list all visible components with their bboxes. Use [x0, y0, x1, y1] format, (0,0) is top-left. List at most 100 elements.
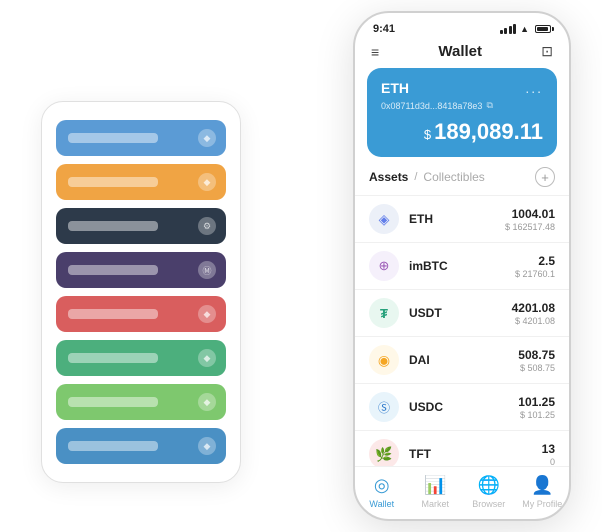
asset-values-imbtc: 2.5 $ 21760.1	[515, 254, 555, 279]
battery-fill	[537, 27, 548, 31]
card-label	[68, 441, 158, 451]
usdc-icon: Ⓢ	[369, 392, 399, 422]
asset-name-usdc: USDC	[409, 400, 518, 414]
status-bar: 9:41 ▲	[355, 13, 569, 39]
asset-amount-imbtc: 2.5	[515, 254, 555, 268]
asset-amount-usdt: 4201.08	[512, 301, 555, 315]
table-row[interactable]: ₮ USDT 4201.08 $ 4201.08	[355, 289, 569, 336]
eth-card-top: ETH ...	[381, 80, 543, 96]
add-asset-button[interactable]: +	[535, 167, 555, 187]
page-title: Wallet	[438, 43, 482, 60]
asset-usd-usdc: $ 101.25	[518, 410, 555, 420]
status-right: ▲	[500, 24, 551, 34]
phone: 9:41 ▲ ≡ Wallet ⊡ ETH	[353, 11, 571, 521]
market-nav-label: Market	[421, 499, 449, 509]
list-item[interactable]: ⚙	[56, 208, 226, 244]
dai-icon: ◉	[369, 345, 399, 375]
scan-icon[interactable]: ⊡	[541, 43, 553, 60]
asset-name-imbtc: imBTC	[409, 259, 515, 273]
eth-icon: ◈	[369, 204, 399, 234]
scene: ◆ ◆ ⚙ Ⓜ ◆ ◆ ◆ ◆	[11, 11, 591, 521]
table-row[interactable]: ⊕ imBTC 2.5 $ 21760.1	[355, 242, 569, 289]
asset-amount-tft: 13	[542, 442, 555, 456]
tft-icon: 🌿	[369, 439, 399, 466]
card-label	[68, 177, 158, 187]
asset-usd-dai: $ 508.75	[518, 363, 555, 373]
table-row[interactable]: ◉ DAI 508.75 $ 508.75	[355, 336, 569, 383]
eth-card-title: ETH	[381, 80, 409, 96]
battery-icon	[535, 25, 551, 33]
table-row[interactable]: Ⓢ USDC 101.25 $ 101.25	[355, 383, 569, 430]
card-label	[68, 265, 158, 275]
card-label	[68, 221, 158, 231]
assets-section: Assets / Collectibles + ◈ ETH 1004.01 $ …	[355, 167, 569, 466]
profile-nav-icon: 👤	[531, 475, 553, 496]
assets-header: Assets / Collectibles +	[355, 167, 569, 195]
nav-item-market[interactable]: 📊 Market	[409, 475, 463, 509]
card-icon: ◆	[198, 437, 216, 455]
signal-bars-icon	[500, 24, 517, 34]
list-item[interactable]: ◆	[56, 164, 226, 200]
nav-item-profile[interactable]: 👤 My Profile	[516, 475, 570, 509]
usdt-icon: ₮	[369, 298, 399, 328]
status-time: 9:41	[373, 23, 395, 35]
asset-name-dai: DAI	[409, 353, 518, 367]
list-item[interactable]: Ⓜ	[56, 252, 226, 288]
wallet-nav-icon: ◎	[374, 475, 390, 496]
card-icon: ◆	[198, 173, 216, 191]
asset-name-tft: TFT	[409, 447, 542, 461]
eth-card-more-button[interactable]: ...	[525, 80, 543, 96]
asset-amount-usdc: 101.25	[518, 395, 555, 409]
list-item[interactable]: ◆	[56, 296, 226, 332]
table-row[interactable]: 🌿 TFT 13 0	[355, 430, 569, 466]
profile-nav-label: My Profile	[522, 499, 562, 509]
asset-values-tft: 13 0	[542, 442, 555, 467]
asset-usd-imbtc: $ 21760.1	[515, 269, 555, 279]
market-nav-icon: 📊	[424, 475, 446, 496]
asset-values-usdt: 4201.08 $ 4201.08	[512, 301, 555, 326]
tab-divider: /	[414, 171, 417, 183]
wallet-nav-label: Wallet	[369, 499, 394, 509]
card-icon: ◆	[198, 305, 216, 323]
card-icon: ◆	[198, 129, 216, 147]
list-item[interactable]: ◆	[56, 384, 226, 420]
signal-bar-4	[513, 24, 516, 34]
menu-icon[interactable]: ≡	[371, 44, 379, 60]
assets-tabs: Assets / Collectibles	[369, 170, 485, 184]
add-icon: +	[541, 170, 549, 185]
tab-assets[interactable]: Assets	[369, 170, 408, 184]
nav-item-wallet[interactable]: ◎ Wallet	[355, 475, 409, 509]
browser-nav-label: Browser	[472, 499, 505, 509]
card-stack: ◆ ◆ ⚙ Ⓜ ◆ ◆ ◆ ◆	[41, 101, 241, 483]
signal-bar-1	[500, 30, 503, 34]
signal-bar-3	[509, 26, 512, 34]
table-row[interactable]: ◈ ETH 1004.01 $ 162517.48	[355, 195, 569, 242]
list-item[interactable]: ◆	[56, 120, 226, 156]
phone-header: ≡ Wallet ⊡	[355, 39, 569, 68]
eth-balance: $189,089.11	[381, 119, 543, 145]
tab-collectibles[interactable]: Collectibles	[423, 170, 484, 184]
eth-balance-symbol: $	[424, 127, 431, 142]
card-icon: ⚙	[198, 217, 216, 235]
asset-amount-dai: 508.75	[518, 348, 555, 362]
list-item[interactable]: ◆	[56, 428, 226, 464]
nav-item-browser[interactable]: 🌐 Browser	[462, 475, 516, 509]
asset-amount-eth: 1004.01	[505, 207, 555, 221]
card-label	[68, 133, 158, 143]
copy-address-icon[interactable]: ⧉	[486, 100, 492, 111]
wifi-icon: ▲	[520, 24, 529, 34]
eth-card[interactable]: ETH ... 0x08711d3d...8418a78e3 ⧉ $189,08…	[367, 68, 557, 157]
asset-name-usdt: USDT	[409, 306, 512, 320]
asset-values-dai: 508.75 $ 508.75	[518, 348, 555, 373]
card-label	[68, 353, 158, 363]
signal-bar-2	[504, 28, 507, 34]
card-icon: Ⓜ	[198, 261, 216, 279]
list-item[interactable]: ◆	[56, 340, 226, 376]
browser-nav-icon: 🌐	[478, 475, 500, 496]
asset-values-eth: 1004.01 $ 162517.48	[505, 207, 555, 232]
card-label	[68, 309, 158, 319]
card-icon: ◆	[198, 349, 216, 367]
asset-name-eth: ETH	[409, 212, 505, 226]
eth-address: 0x08711d3d...8418a78e3 ⧉	[381, 100, 543, 111]
asset-usd-tft: 0	[542, 457, 555, 467]
